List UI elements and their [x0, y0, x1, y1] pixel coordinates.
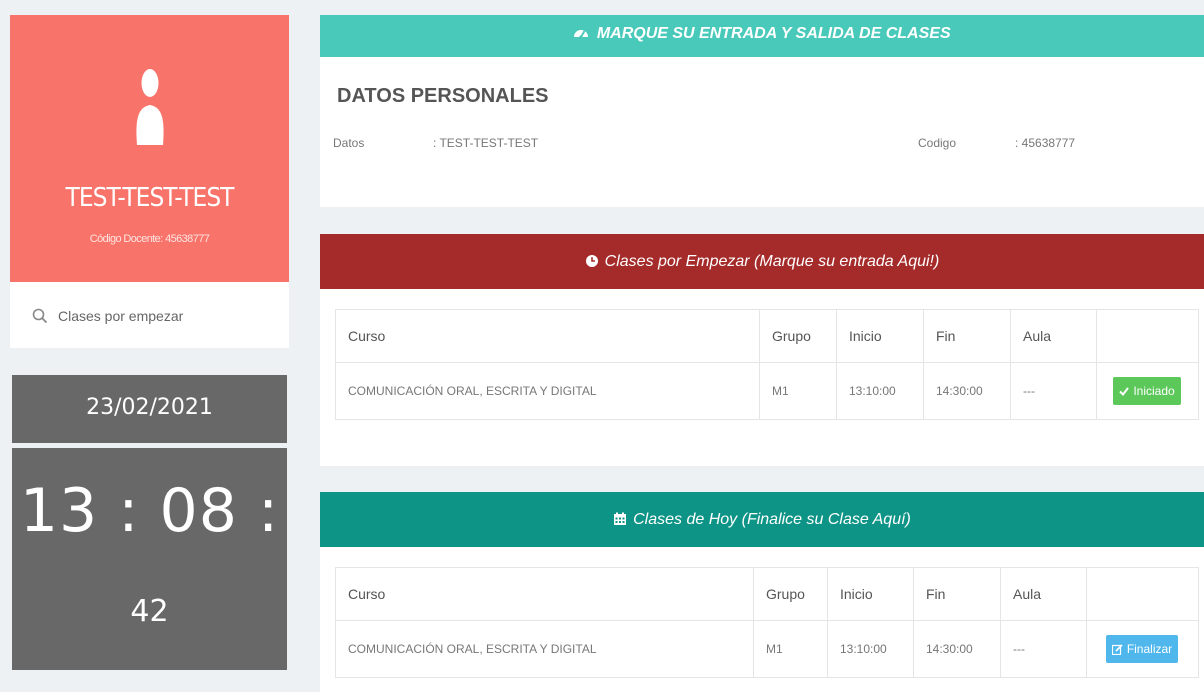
column-header-grupo: Grupo: [753, 568, 828, 620]
tachometer-icon: [574, 30, 589, 39]
column-header-fin: Fin: [923, 310, 1011, 362]
column-header-action: [1096, 310, 1197, 362]
finish-button[interactable]: Finalizar: [1105, 635, 1179, 663]
table-row: COMUNICACIÓN ORAL, ESCRITA Y DIGITAL M1 …: [336, 363, 1198, 419]
cell-aula: ---: [1000, 621, 1087, 677]
page-header: MARQUE SU ENTRADA Y SALIDA DE CLASES: [320, 15, 1204, 57]
datos-label: Datos: [333, 136, 365, 150]
cell-fin: 14:30:00: [923, 363, 1011, 419]
search-icon: [32, 308, 48, 324]
classes-to-start-panel: Clases por Empezar (Marque su entrada Aq…: [320, 234, 1204, 466]
classes-to-start-title: Clases por Empezar (Marque su entrada Aq…: [604, 253, 940, 270]
classes-to-start-header: Clases por Empezar (Marque su entrada Aq…: [320, 234, 1204, 289]
column-header-grupo: Grupo: [759, 310, 837, 362]
current-date: 23/02/2021: [12, 375, 287, 443]
column-header-fin: Fin: [913, 568, 1001, 620]
teacher-name: TEST-TEST-TEST: [65, 183, 235, 213]
page-title: MARQUE SU ENTRADA Y SALIDA DE CLASES: [596, 25, 951, 42]
column-header-inicio: Inicio: [836, 310, 924, 362]
table-header-row: Curso Grupo Inicio Fin Aula: [336, 310, 1198, 363]
cell-fin: 14:30:00: [913, 621, 1001, 677]
column-header-inicio: Inicio: [827, 568, 914, 620]
cell-inicio: 13:10:00: [827, 621, 914, 677]
table-header-row: Curso Grupo Inicio Fin Aula: [336, 568, 1198, 621]
profile-card: TEST-TEST-TEST Código Docente: 45638777: [10, 15, 289, 282]
column-header-aula: Aula: [1010, 310, 1097, 362]
edit-icon: [1111, 643, 1123, 655]
teacher-code: Código Docente: 45638777: [89, 233, 210, 245]
digital-clock: 13 : 08 : 42: [12, 448, 287, 670]
search-classes-link[interactable]: Clases por empezar: [10, 282, 289, 348]
check-icon: [1119, 387, 1130, 396]
classes-to-start-table: Curso Grupo Inicio Fin Aula COMUNICACIÓN…: [335, 309, 1199, 420]
codigo-label: Codigo: [918, 136, 957, 150]
personal-data-title: DATOS PERSONALES: [337, 85, 549, 107]
column-header-curso: Curso: [348, 328, 386, 344]
cell-curso: COMUNICACIÓN ORAL, ESCRITA Y DIGITAL: [348, 642, 597, 656]
cell-curso: COMUNICACIÓN ORAL, ESCRITA Y DIGITAL: [348, 384, 597, 398]
cell-action: Finalizar: [1086, 621, 1197, 677]
personal-data-section: DATOS PERSONALES Datos : TEST-TEST-TEST …: [320, 57, 1204, 207]
todays-classes-title: Clases de Hoy (Finalice su Clase Aquí): [633, 511, 911, 528]
todays-classes-header: Clases de Hoy (Finalice su Clase Aquí): [320, 492, 1204, 547]
column-header-curso: Curso: [348, 586, 386, 602]
calendar-icon: [614, 512, 627, 525]
started-button-label: Iniciado: [1133, 384, 1175, 398]
clock-hours-minutes: 13 : 08 :: [19, 476, 280, 546]
table-row: COMUNICACIÓN ORAL, ESCRITA Y DIGITAL M1 …: [336, 621, 1198, 677]
cell-grupo: M1: [753, 621, 828, 677]
clock-seconds: 42: [130, 594, 169, 629]
datos-value: : TEST-TEST-TEST: [433, 136, 539, 150]
todays-classes-table: Curso Grupo Inicio Fin Aula COMUNICACIÓN…: [335, 567, 1199, 678]
search-label: Clases por empezar: [58, 308, 184, 324]
todays-classes-panel: Clases de Hoy (Finalice su Clase Aquí) C…: [320, 492, 1204, 692]
cell-inicio: 13:10:00: [836, 363, 924, 419]
finish-button-label: Finalizar: [1126, 642, 1173, 656]
started-button[interactable]: Iniciado: [1113, 377, 1181, 405]
user-icon: [136, 69, 164, 145]
cell-action: Iniciado: [1096, 363, 1197, 419]
column-header-aula: Aula: [1000, 568, 1087, 620]
column-header-action: [1086, 568, 1197, 620]
cell-aula: ---: [1010, 363, 1097, 419]
cell-grupo: M1: [759, 363, 837, 419]
codigo-value: : 45638777: [1015, 136, 1076, 150]
clock-icon: [585, 255, 598, 267]
